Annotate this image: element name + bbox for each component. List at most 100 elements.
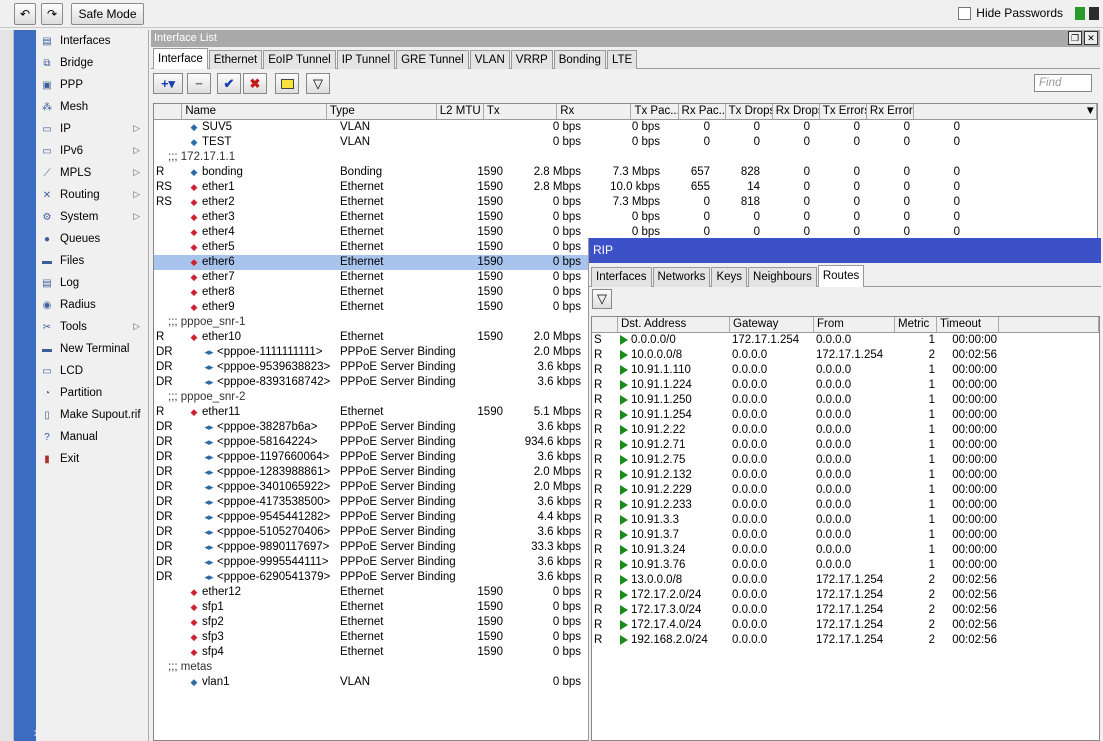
cell-tx: 3.6 kbps [537, 571, 581, 583]
menu-item-mpls[interactable]: ⟋ MPLS ▷ [36, 162, 148, 184]
cell-n: ◆ ether12 [184, 585, 338, 600]
route-row[interactable]: R 10.91.3.3 0.0.0.0 0.0.0.0 1 00:00:00 [592, 513, 1099, 528]
menu-item-exit[interactable]: ▮ Exit [36, 448, 148, 470]
hide-passwords-toggle[interactable]: Hide Passwords [958, 6, 1063, 20]
column-header[interactable]: Tx Errors [820, 104, 867, 119]
menu-item-manual[interactable]: ? Manual [36, 426, 148, 448]
redo-icon[interactable]: ↷ [41, 3, 63, 25]
rip-tab-keys[interactable]: Keys [711, 267, 748, 287]
remove-icon[interactable]: − [187, 73, 211, 94]
cell-m: 1590 [477, 241, 503, 253]
table-row[interactable]: ◆ TEST VLAN 0 bps 0 bps 0 0 0 0 0 0 [154, 135, 1097, 150]
tab-lte[interactable]: LTE [606, 50, 638, 69]
tab-vlan[interactable]: VLAN [469, 50, 510, 69]
column-header[interactable]: Metric [895, 317, 937, 332]
column-header[interactable]: Rx Errors [867, 104, 915, 119]
tab-gre-tunnel[interactable]: GRE Tunnel [396, 50, 469, 69]
route-row[interactable]: R 10.91.2.75 0.0.0.0 0.0.0.0 1 00:00:00 [592, 453, 1099, 468]
table-row[interactable]: ◆ SUV5 VLAN 0 bps 0 bps 0 0 0 0 0 0 [154, 120, 1097, 135]
column-header[interactable]: Dst. Address [618, 317, 730, 332]
table-row[interactable]: RS ◆ ether2 Ethernet 1590 0 bps 7.3 Mbps 0 818 0 0… [154, 195, 1097, 210]
table-row[interactable]: ◆ ether3 Ethernet 1590 0 bps 0 bps 0 0 0 0 0 0 [154, 210, 1097, 225]
tab-ethernet[interactable]: Ethernet [208, 50, 263, 69]
route-row[interactable]: S 0.0.0.0/0 172.17.1.254 0.0.0.0 1 00:00:00 [592, 333, 1099, 348]
menu-item-partition[interactable]: ◔ Partition [36, 382, 148, 404]
disable-icon[interactable]: ✖ [243, 73, 267, 94]
tab-vrrp[interactable]: VRRP [510, 50, 553, 69]
route-row[interactable]: R 10.91.2.229 0.0.0.0 0.0.0.0 1 00:00:00 [592, 483, 1099, 498]
rip-tab-neighbours[interactable]: Neighbours [748, 267, 817, 287]
menu-item-ip[interactable]: ▭ IP ▷ [36, 118, 148, 140]
rip-tab-interfaces[interactable]: Interfaces [591, 267, 652, 287]
menu-item-system[interactable]: ⚙ System ▷ [36, 206, 148, 228]
comment-icon[interactable] [275, 73, 299, 94]
menu-item-lcd[interactable]: ▭ LCD [36, 360, 148, 382]
column-header[interactable]: Gateway [730, 317, 814, 332]
menu-item-log[interactable]: ▤ Log [36, 272, 148, 294]
safe-mode-button[interactable]: Safe Mode [71, 3, 144, 25]
route-row[interactable]: R 10.91.2.132 0.0.0.0 0.0.0.0 1 00:00:00 [592, 468, 1099, 483]
restore-icon[interactable]: ❐ [1068, 31, 1082, 45]
menu-item-mesh[interactable]: ⁂ Mesh [36, 96, 148, 118]
column-header[interactable] [592, 317, 618, 332]
tab-bonding[interactable]: Bonding [553, 50, 606, 69]
add-icon[interactable]: +▾ [153, 73, 183, 94]
column-header[interactable]: Tx [484, 104, 558, 119]
menu-item-queues[interactable]: ● Queues [36, 228, 148, 250]
menu-item-radius[interactable]: ◉ Radius [36, 294, 148, 316]
menu-item-ipv6[interactable]: ▭ IPv6 ▷ [36, 140, 148, 162]
filter-icon[interactable]: ▽ [306, 73, 330, 94]
route-row[interactable]: R 10.91.3.7 0.0.0.0 0.0.0.0 1 00:00:00 [592, 528, 1099, 543]
column-header[interactable]: Type [327, 104, 437, 119]
menu-item-interfaces[interactable]: ▤ Interfaces [36, 30, 148, 52]
column-header[interactable]: L2 MTU [437, 104, 484, 119]
column-header[interactable]: Rx Pac... [679, 104, 726, 119]
close-icon[interactable]: ✕ [1084, 31, 1098, 45]
route-row[interactable]: R 10.91.2.71 0.0.0.0 0.0.0.0 1 00:00:00 [592, 438, 1099, 453]
column-header[interactable]: Tx Drops [726, 104, 773, 119]
undo-icon[interactable]: ↶ [14, 3, 36, 25]
tab-interface[interactable]: Interface [153, 48, 208, 69]
cell-tx: 5.1 Mbps [533, 406, 581, 418]
menu-item-new-terminal[interactable]: ▬ New Terminal [36, 338, 148, 360]
column-header[interactable]: From [814, 317, 895, 332]
column-header[interactable]: Rx Drops [773, 104, 820, 119]
route-row[interactable]: R 10.91.1.250 0.0.0.0 0.0.0.0 1 00:00:00 [592, 393, 1099, 408]
table-row[interactable]: R ◆ bonding Bonding 1590 2.8 Mbps 7.3 Mbps 657 8… [154, 165, 1097, 180]
menu-item-bridge[interactable]: ⧉ Bridge [36, 52, 148, 74]
route-row[interactable]: R 13.0.0.0/8 0.0.0.0 172.17.1.254 2 00:02:56 [592, 573, 1099, 588]
route-row[interactable]: R 10.91.1.110 0.0.0.0 0.0.0.0 1 00:00:00 [592, 363, 1099, 378]
find-input[interactable]: Find [1034, 74, 1092, 92]
route-row[interactable]: R 192.168.2.0/24 0.0.0.0 172.17.1.254 2 00:02… [592, 633, 1099, 648]
route-row[interactable]: R 10.91.2.22 0.0.0.0 0.0.0.0 1 00:00:00 [592, 423, 1099, 438]
rip-tab-routes[interactable]: Routes [817, 265, 865, 287]
route-row[interactable]: R 172.17.2.0/24 0.0.0.0 172.17.1.254 2 00:02:… [592, 588, 1099, 603]
column-header[interactable]: Rx [557, 104, 632, 119]
rip-tab-networks[interactable]: Networks [652, 267, 711, 287]
column-header[interactable]: Name [182, 104, 327, 119]
column-header[interactable] [154, 104, 183, 119]
route-row[interactable]: R 172.17.3.0/24 0.0.0.0 172.17.1.254 2 00:02:… [592, 603, 1099, 618]
enable-icon[interactable]: ✔ [217, 73, 241, 94]
route-row[interactable]: R 10.91.1.224 0.0.0.0 0.0.0.0 1 00:00:00 [592, 378, 1099, 393]
route-row[interactable]: R 10.91.1.254 0.0.0.0 0.0.0.0 1 00:00:00 [592, 408, 1099, 423]
tab-eoip-tunnel[interactable]: EoIP Tunnel [263, 50, 336, 69]
route-row[interactable]: R 10.0.0.0/8 0.0.0.0 172.17.1.254 2 00:02:56 [592, 348, 1099, 363]
menu-item-make-supout-rif[interactable]: ▯ Make Supout.rif [36, 404, 148, 426]
route-row[interactable]: R 10.91.3.24 0.0.0.0 0.0.0.0 1 00:00:00 [592, 543, 1099, 558]
column-header[interactable]: Tx Pac... [631, 104, 679, 119]
route-row[interactable]: R 172.17.4.0/24 0.0.0.0 172.17.1.254 2 00:02:… [592, 618, 1099, 633]
menu-item-files[interactable]: ▬ Files [36, 250, 148, 272]
menu-item-routing[interactable]: ✕ Routing ▷ [36, 184, 148, 206]
column-header[interactable]: Timeout [937, 317, 999, 332]
menu-item-tools[interactable]: ✂ Tools ▷ [36, 316, 148, 338]
cell-m: 1590 [477, 646, 503, 658]
route-row[interactable]: R 10.91.2.233 0.0.0.0 0.0.0.0 1 00:00:00 [592, 498, 1099, 513]
hide-passwords-checkbox[interactable] [958, 6, 972, 20]
tab-ip-tunnel[interactable]: IP Tunnel [336, 50, 396, 69]
menu-item-ppp[interactable]: ▣ PPP [36, 74, 148, 96]
cell-rp: 0 [753, 121, 760, 133]
filter-icon[interactable]: ▽ [592, 289, 612, 309]
route-row[interactable]: R 10.91.3.76 0.0.0.0 0.0.0.0 1 00:00:00 [592, 558, 1099, 573]
table-row[interactable]: RS ◆ ether1 Ethernet 1590 2.8 Mbps 10.0 kbps 65… [154, 180, 1097, 195]
